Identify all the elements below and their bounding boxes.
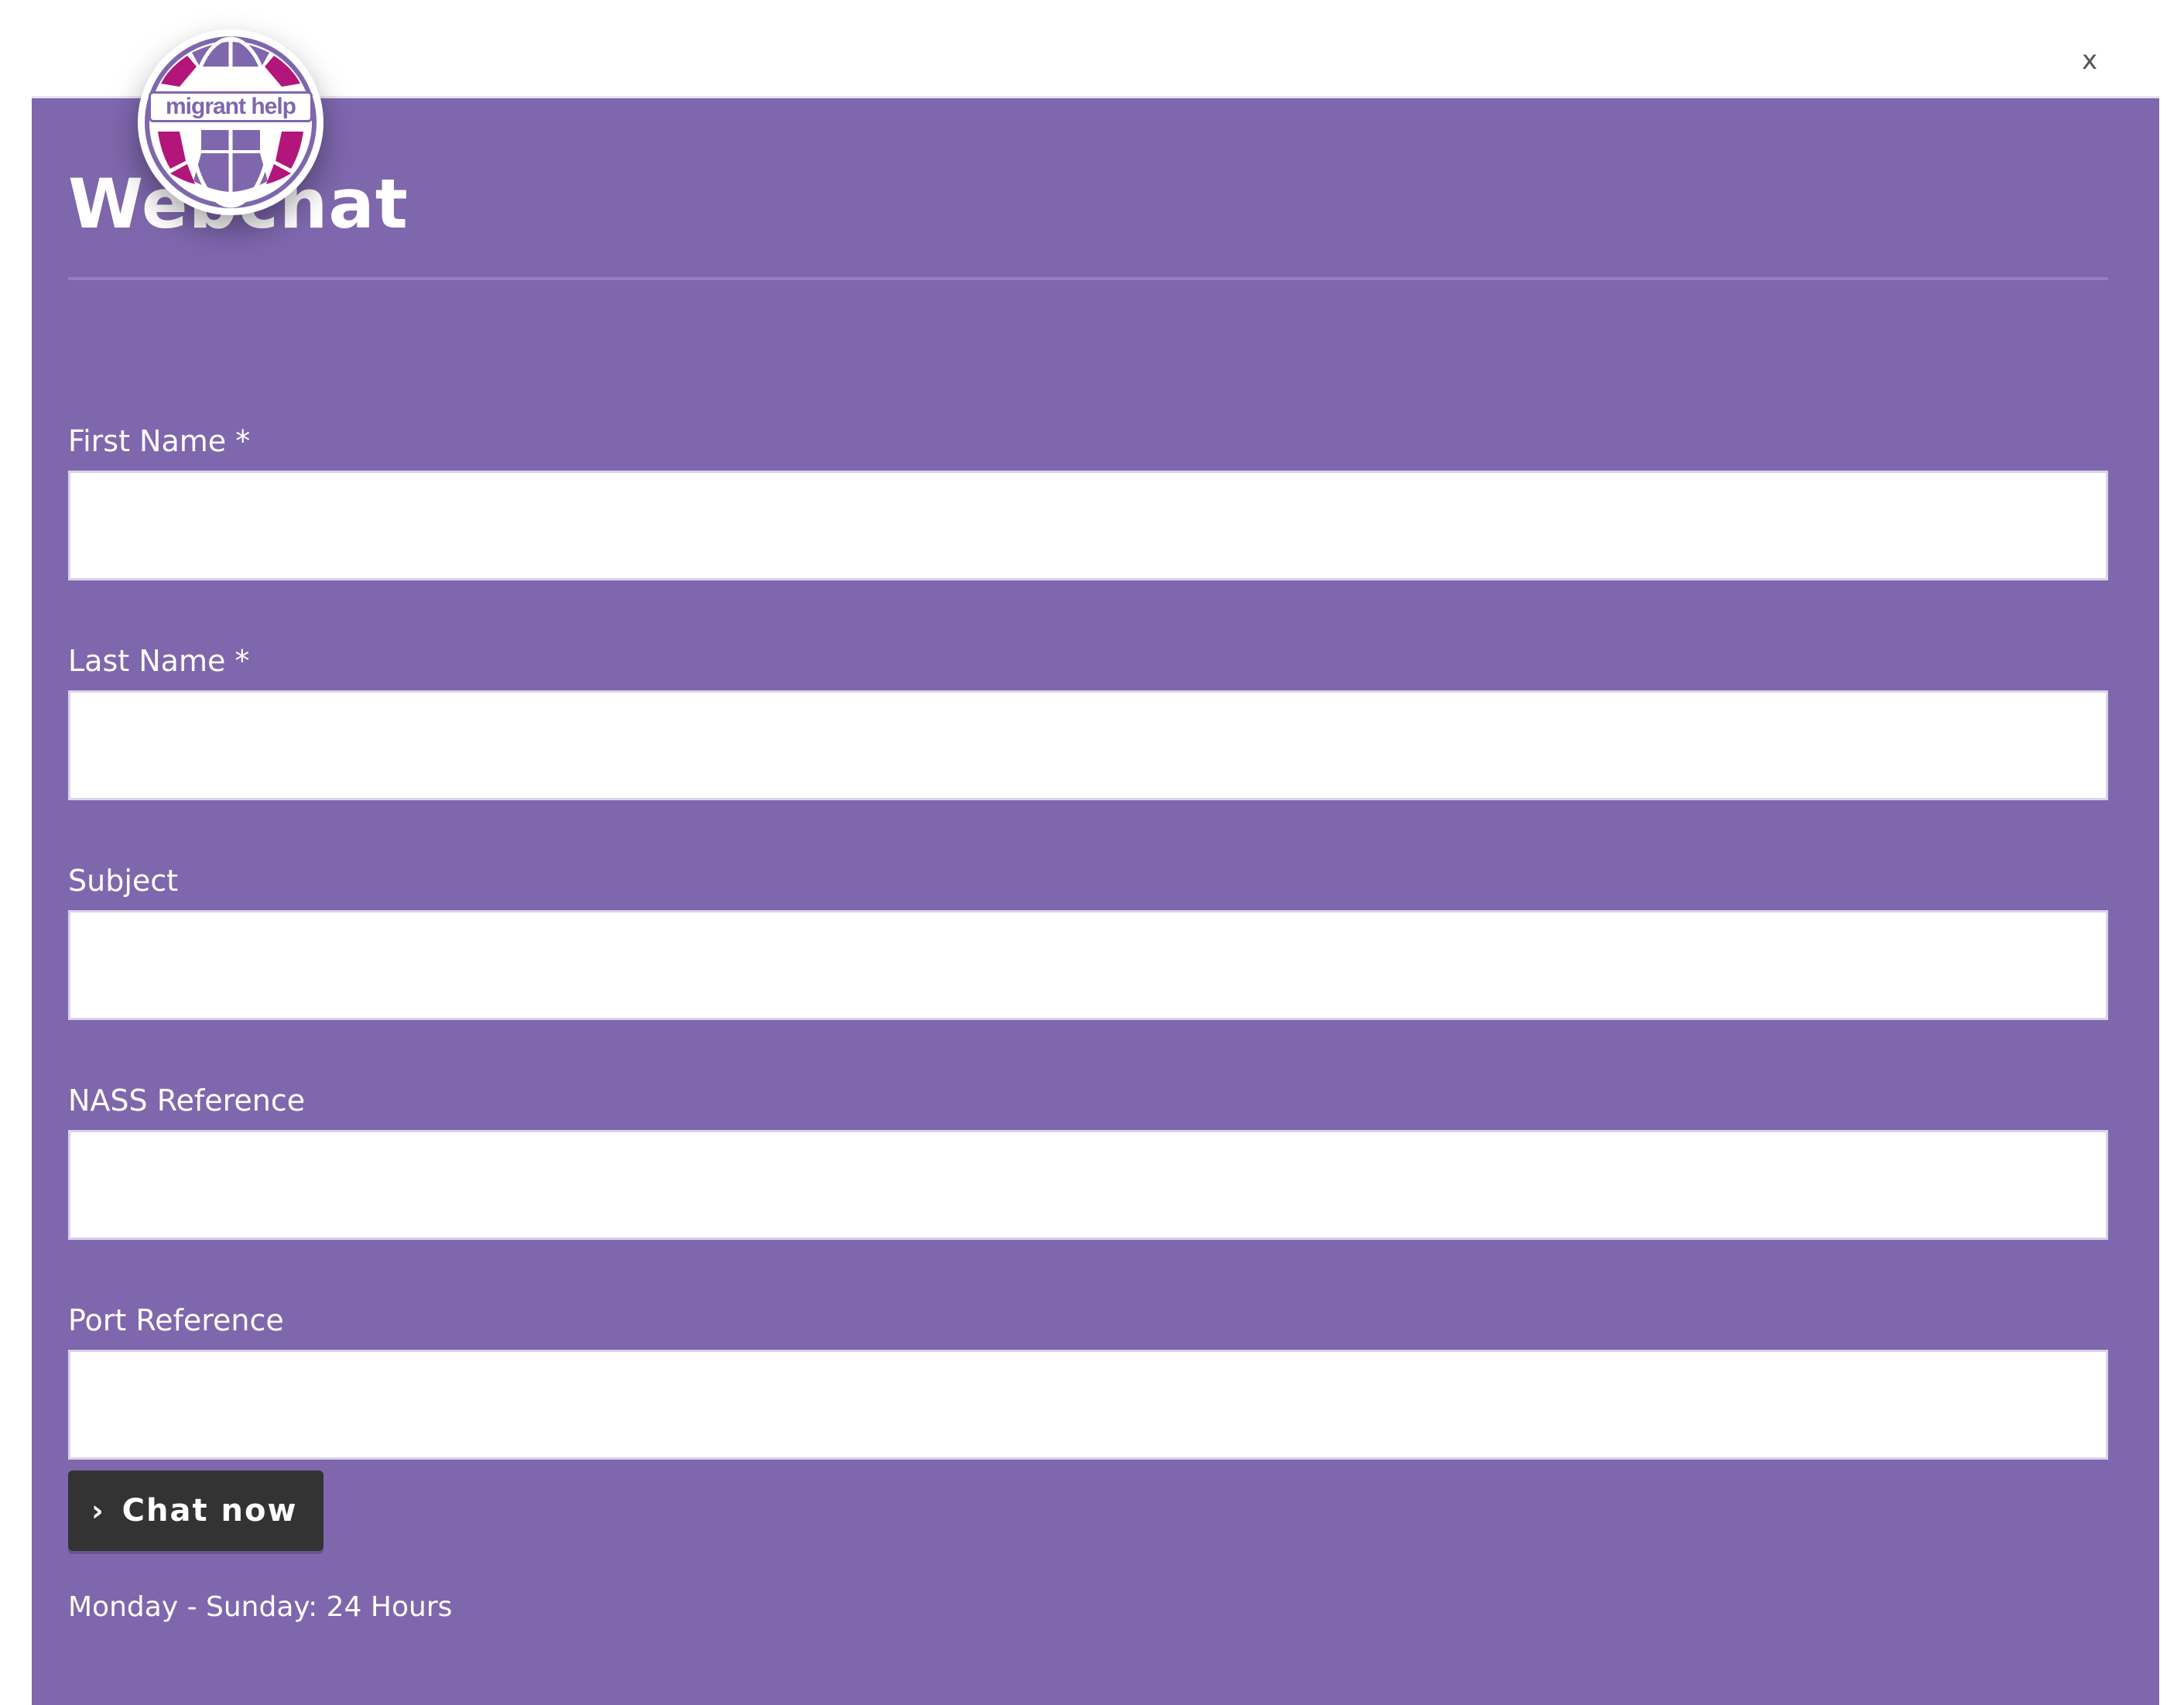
chat-now-label: Chat now: [122, 1493, 298, 1529]
close-icon[interactable]: x: [2074, 45, 2105, 76]
webchat-panel: [32, 96, 2159, 1705]
chevron-right-icon: ›: [91, 1494, 105, 1528]
nass-reference-field[interactable]: [68, 1130, 2108, 1240]
opening-hours: Monday - Sunday: 24 Hours: [68, 1591, 453, 1623]
subject-label: Subject: [68, 864, 179, 898]
port-reference-field[interactable]: [68, 1350, 2108, 1460]
last-name-label: Last Name *: [68, 644, 250, 678]
first-name-field[interactable]: [68, 471, 2108, 580]
subject-field[interactable]: [68, 910, 2108, 1020]
globe-logo-icon: [139, 31, 322, 214]
logo: migrant help: [138, 29, 323, 215]
title-divider: [68, 277, 2108, 280]
port-reference-label: Port Reference: [68, 1303, 284, 1337]
webchat-page: x migrant help First Name * Last Name * …: [0, 0, 2184, 1705]
first-name-label: First Name *: [68, 424, 251, 458]
chat-now-button[interactable]: › Chat now: [68, 1470, 324, 1551]
nass-reference-label: NASS Reference: [68, 1084, 306, 1118]
logo-text: migrant help: [149, 91, 313, 122]
last-name-field[interactable]: [68, 690, 2108, 800]
